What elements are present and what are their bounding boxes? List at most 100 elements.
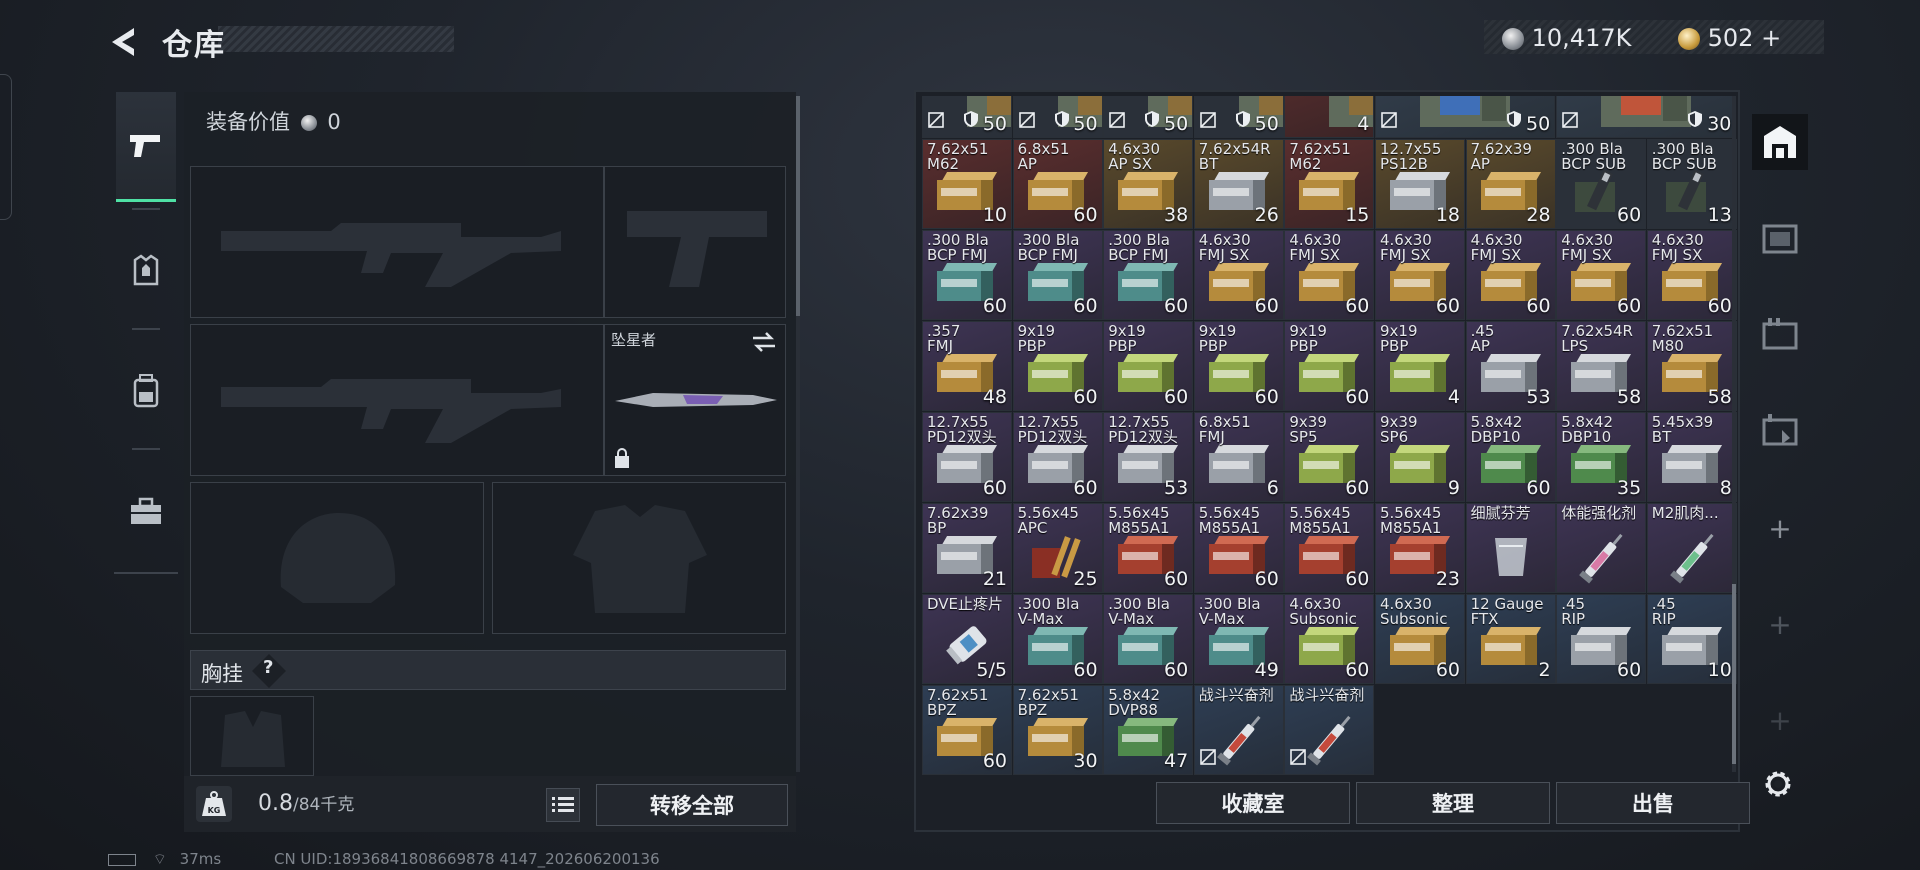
- third-weapon-slot[interactable]: [190, 324, 604, 476]
- inventory-item[interactable]: 12.7x55 PS12B 18: [1375, 139, 1465, 229]
- chest-rig-slot[interactable]: [190, 696, 314, 776]
- inventory-item[interactable]: 5.56x45 M855A1 60: [1284, 503, 1375, 593]
- body-armor-slot[interactable]: [492, 482, 786, 634]
- inventory-item[interactable]: .300 Bla V-Max 49: [1193, 594, 1284, 684]
- inventory-item[interactable]: .45 AP 53: [1465, 321, 1556, 411]
- inventory-item[interactable]: 9x19 PBP 60: [1012, 321, 1103, 411]
- equipment-scrollbar-thumb[interactable]: [796, 96, 800, 316]
- inventory-item[interactable]: 5.8x42 DBP10 35: [1556, 412, 1647, 502]
- inventory-item[interactable]: 5.56x45 M855A1 60: [1103, 503, 1194, 593]
- storage-tab-4[interactable]: [1752, 402, 1808, 458]
- inventory-item[interactable]: 战斗兴奋剂: [1193, 685, 1284, 775]
- inventory-item[interactable]: .300 Bla BCP FMJ 60: [1012, 230, 1103, 320]
- melee-slot[interactable]: 坠星者: [604, 324, 786, 476]
- inventory-item[interactable]: 7.62x51 M80 58: [1646, 321, 1737, 411]
- inventory-item[interactable]: 9x19 PBP 4: [1375, 321, 1465, 411]
- inventory-item[interactable]: 4.6x30 AP SX 38: [1103, 139, 1194, 229]
- inventory-item[interactable]: .300 Bla V-Max 60: [1012, 594, 1103, 684]
- sell-button[interactable]: 出售: [1556, 782, 1750, 824]
- inventory-item[interactable]: .45 RIP 10: [1646, 594, 1737, 684]
- add-storage-button-2[interactable]: +: [1752, 596, 1808, 652]
- tab-toolbox[interactable]: [116, 456, 176, 566]
- inventory-item[interactable]: 9x39 SP6 9: [1375, 412, 1465, 502]
- transfer-all-button[interactable]: 转移全部: [596, 784, 788, 826]
- inventory-item[interactable]: 5.45x39 BT 8: [1646, 412, 1737, 502]
- gold-currency[interactable]: 502 +: [1678, 24, 1781, 52]
- tab-backpack[interactable]: [116, 336, 176, 446]
- inventory-item[interactable]: 7.62x54R LPS 58: [1556, 321, 1647, 411]
- inventory-item[interactable]: .300 Bla BCP FMJ 60: [1103, 230, 1194, 320]
- inventory-scrollbar-thumb[interactable]: [1732, 584, 1736, 764]
- inventory-item[interactable]: 50: [1193, 96, 1284, 138]
- inventory-item[interactable]: 50: [1103, 96, 1194, 138]
- inventory-item[interactable]: 自制头盔30: [1556, 96, 1737, 138]
- inventory-item[interactable]: 5.8x42 DBP10 60: [1465, 412, 1556, 502]
- inventory-item[interactable]: M2肌肉...: [1646, 503, 1737, 593]
- inventory-item[interactable]: 5.56x45 M855A1 60: [1193, 503, 1284, 593]
- swap-icon[interactable]: [751, 331, 777, 353]
- storage-tab-main[interactable]: [1752, 114, 1808, 170]
- inventory-item[interactable]: 9x19 PBP 60: [1103, 321, 1194, 411]
- inventory-item[interactable]: 4.6x30 FMJ SX 60: [1193, 230, 1284, 320]
- inventory-item[interactable]: 4.6x30 Subsonic 60: [1284, 594, 1375, 684]
- inventory-item[interactable]: .357 FMJ 48: [922, 321, 1012, 411]
- inventory-item[interactable]: 4: [1284, 96, 1375, 138]
- inventory-item[interactable]: 12.7x55 PD12双头 53: [1103, 412, 1194, 502]
- add-gold-button[interactable]: +: [1761, 24, 1781, 52]
- inventory-item[interactable]: 4.6x30 FMJ SX 60: [1375, 230, 1465, 320]
- help-icon[interactable]: ?: [263, 657, 273, 678]
- inventory-item[interactable]: 7.62x51 BPZ 60: [922, 685, 1012, 775]
- inventory-item[interactable]: 9x39 SP5 60: [1284, 412, 1375, 502]
- inventory-item[interactable]: 细腻芬芳: [1465, 503, 1556, 593]
- inventory-item[interactable]: 战斗兴奋剂: [1284, 685, 1375, 775]
- tab-armor[interactable]: [116, 216, 176, 326]
- storage-tab-3[interactable]: [1752, 306, 1808, 362]
- settings-button[interactable]: [1760, 766, 1796, 806]
- inventory-item[interactable]: 5.56x45 M855A1 23: [1375, 503, 1465, 593]
- inventory-item[interactable]: .300 Bla BCP FMJ 60: [922, 230, 1012, 320]
- inventory-item[interactable]: 50: [922, 96, 1012, 138]
- collection-room-button[interactable]: 收藏室: [1156, 782, 1350, 824]
- secondary-weapon-slot[interactable]: [604, 166, 786, 318]
- inventory-item[interactable]: 4.6x30 FMJ SX 60: [1646, 230, 1737, 320]
- inventory-item[interactable]: 4.6x30 FMJ SX 60: [1465, 230, 1556, 320]
- inventory-item[interactable]: 4.6x30 Subsonic 60: [1375, 594, 1465, 684]
- inventory-item[interactable]: 4.6x30 FMJ SX 60: [1284, 230, 1375, 320]
- inventory-item[interactable]: 12 Gauge FTX 2: [1465, 594, 1556, 684]
- add-storage-button-3[interactable]: +: [1752, 692, 1808, 748]
- inventory-item[interactable]: 7.62x51 M62 10: [922, 139, 1012, 229]
- inventory-item[interactable]: .300 Bla BCP SUB 13: [1646, 139, 1737, 229]
- inventory-item[interactable]: DVE止疼片 5/5: [922, 594, 1012, 684]
- inventory-item[interactable]: 5.8x42 DVP88 47: [1103, 685, 1194, 775]
- equipment-value: 装备价值 0: [206, 106, 341, 136]
- inventory-item[interactable]: 7.62x39 BP 21: [922, 503, 1012, 593]
- inventory-item[interactable]: 5.56x45 APC 25: [1012, 503, 1103, 593]
- inventory-item[interactable]: 7.62x51 M62 15: [1284, 139, 1375, 229]
- inventory-item[interactable]: .300 Bla BCP SUB 60: [1556, 139, 1647, 229]
- inventory-item[interactable]: 自制护甲50: [1375, 96, 1556, 138]
- inventory-item[interactable]: 9x19 PBP 60: [1193, 321, 1284, 411]
- tab-weapons[interactable]: [116, 92, 176, 202]
- primary-weapon-slot[interactable]: [190, 166, 604, 318]
- inventory-item[interactable]: 7.62x39 AP 28: [1465, 139, 1556, 229]
- inventory-item[interactable]: 12.7x55 PD12双头 60: [1012, 412, 1103, 502]
- storage-tab-2[interactable]: [1752, 210, 1808, 266]
- item-name: 9x39 SP5: [1289, 413, 1327, 446]
- inventory-item[interactable]: 体能强化剂: [1556, 503, 1647, 593]
- list-view-button[interactable]: [546, 788, 580, 822]
- inventory-item[interactable]: 6.8x51 AP 60: [1012, 139, 1103, 229]
- side-edge-tab[interactable]: [0, 74, 12, 220]
- inventory-item[interactable]: 50: [1012, 96, 1103, 138]
- organize-button[interactable]: 整理: [1356, 782, 1550, 824]
- inventory-item[interactable]: .45 RIP 60: [1556, 594, 1647, 684]
- back-button[interactable]: [104, 22, 144, 62]
- inventory-item[interactable]: 7.62x54R BT 26: [1193, 139, 1284, 229]
- inventory-item[interactable]: 4.6x30 FMJ SX 60: [1556, 230, 1647, 320]
- add-storage-button-1[interactable]: +: [1752, 500, 1808, 556]
- inventory-item[interactable]: 6.8x51 FMJ 6: [1193, 412, 1284, 502]
- inventory-item[interactable]: .300 Bla V-Max 60: [1103, 594, 1194, 684]
- inventory-item[interactable]: 7.62x51 BPZ 30: [1012, 685, 1103, 775]
- helmet-slot[interactable]: [190, 482, 484, 634]
- inventory-item[interactable]: 9x19 PBP 60: [1284, 321, 1375, 411]
- inventory-item[interactable]: 12.7x55 PD12双头 60: [922, 412, 1012, 502]
